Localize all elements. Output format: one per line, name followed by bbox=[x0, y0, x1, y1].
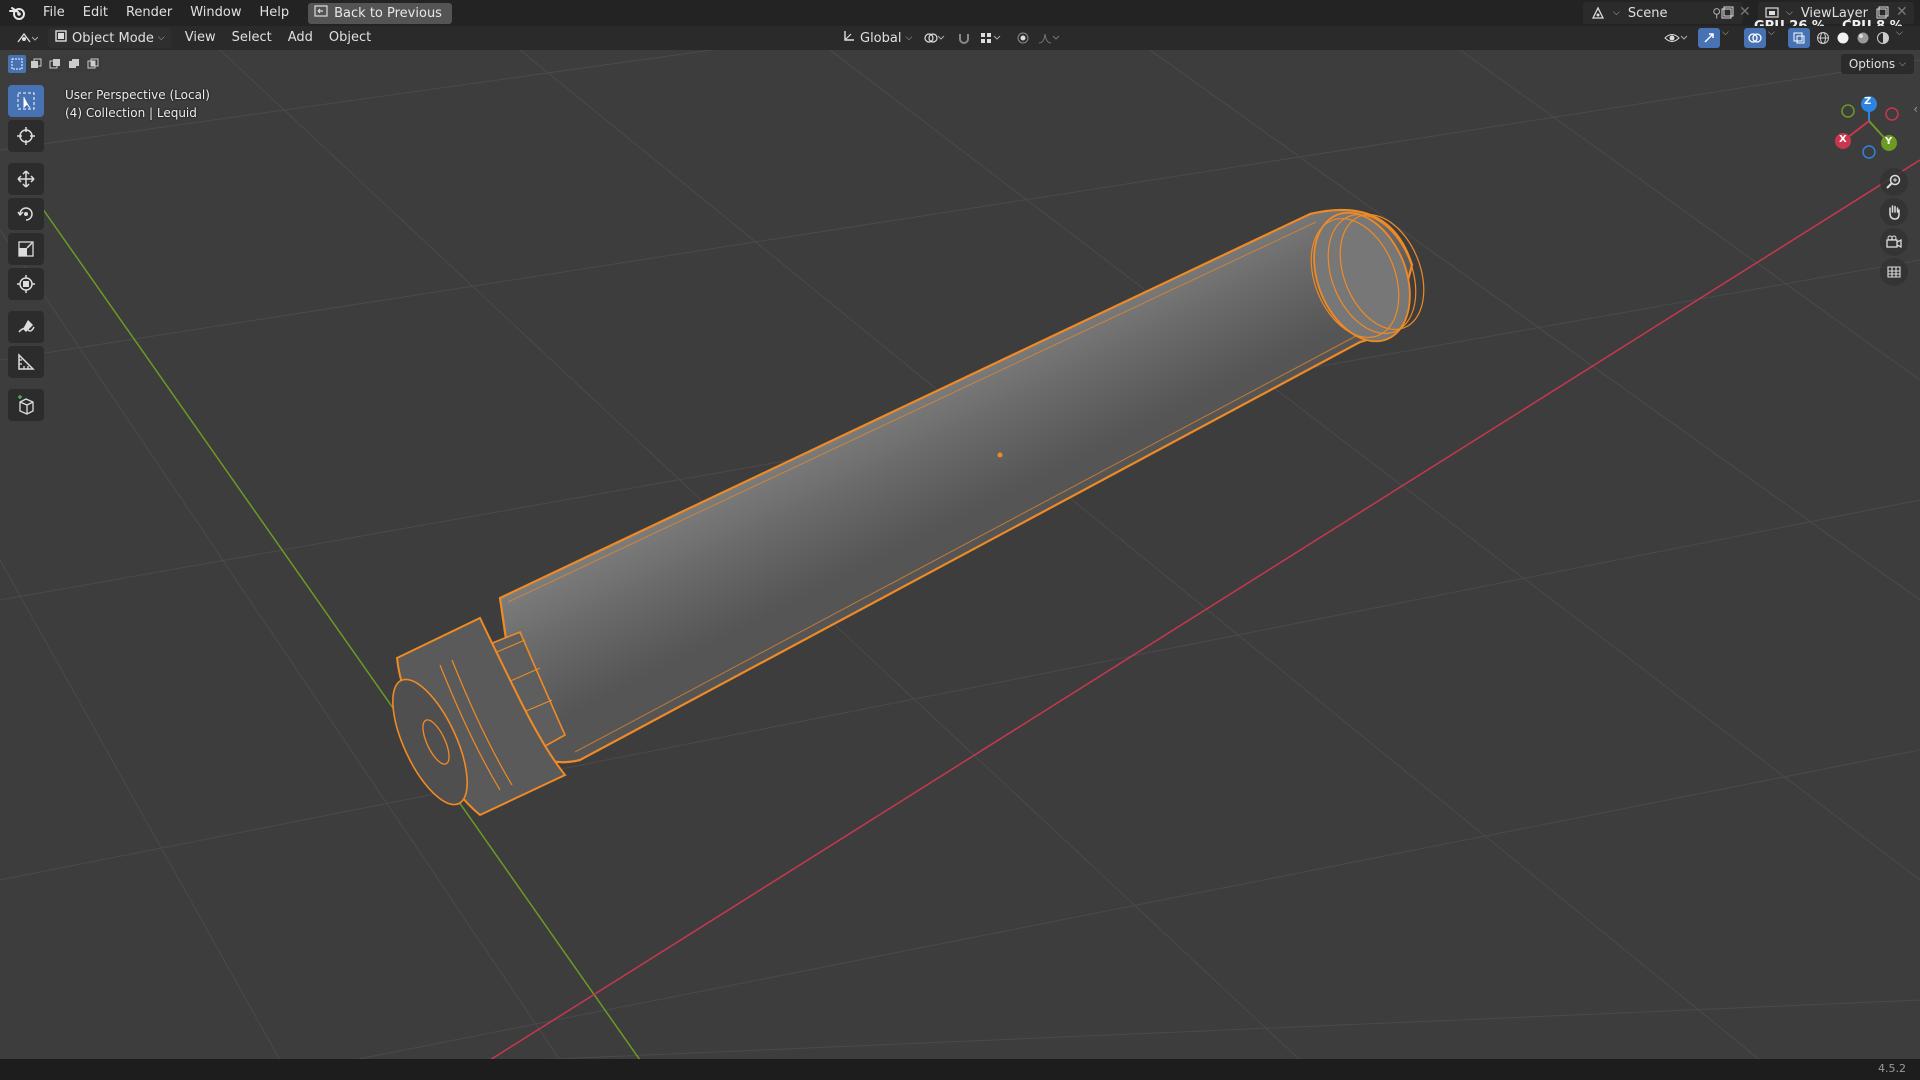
orientation-icon bbox=[842, 29, 856, 47]
blender-logo-icon[interactable] bbox=[0, 0, 34, 26]
select-new-icon[interactable] bbox=[8, 55, 26, 73]
3d-viewport[interactable] bbox=[0, 50, 1920, 1059]
move-tool-icon[interactable] bbox=[8, 163, 44, 195]
selection-mode-group bbox=[8, 55, 102, 73]
select-extend-icon[interactable] bbox=[27, 55, 45, 73]
header-menu-add[interactable]: Add bbox=[280, 26, 321, 50]
mode-label: Object Mode bbox=[72, 30, 154, 46]
overlays-toggle-icon[interactable] bbox=[1744, 28, 1766, 48]
select-intersect-icon[interactable] bbox=[84, 55, 102, 73]
selected-object-lequid bbox=[392, 208, 1425, 817]
orthographic-toggle-grid-icon[interactable] bbox=[1880, 258, 1908, 286]
delete-view-layer-icon[interactable]: ✕ bbox=[1896, 4, 1908, 20]
mode-selector[interactable]: Object Mode ⌵ bbox=[48, 28, 171, 48]
rotate-tool-icon[interactable] bbox=[8, 198, 44, 230]
scale-tool-icon[interactable] bbox=[8, 233, 44, 265]
xray-toggle-icon[interactable] bbox=[1788, 28, 1810, 48]
chevron-down-icon[interactable]: ⌵ bbox=[1768, 28, 1775, 38]
gizmo-y-label[interactable]: Y bbox=[1885, 136, 1892, 147]
chevron-down-icon: ⌵ bbox=[905, 33, 913, 43]
snap-toggle-icon[interactable] bbox=[953, 28, 975, 48]
transform-orientation-selector[interactable]: Global ⌵ bbox=[836, 28, 918, 48]
back-to-previous-label: Back to Previous bbox=[334, 5, 442, 21]
add-cube-tool-icon[interactable] bbox=[8, 389, 44, 421]
select-invert-icon[interactable] bbox=[65, 55, 83, 73]
visibility-icon[interactable] bbox=[1660, 28, 1692, 48]
orientation-label: Global bbox=[860, 30, 902, 46]
chevron-down-icon: ⌵ bbox=[1613, 8, 1620, 18]
view-layer-icon bbox=[1758, 6, 1786, 20]
measure-tool-icon[interactable] bbox=[8, 346, 44, 378]
editor-type-icon[interactable] bbox=[12, 28, 42, 48]
back-to-previous-button[interactable]: Back to Previous bbox=[308, 2, 452, 24]
menu-window[interactable]: Window bbox=[181, 0, 250, 26]
status-bar: 4.5.2 bbox=[0, 1059, 1920, 1080]
menu-file[interactable]: File bbox=[34, 0, 74, 26]
tool-shelf bbox=[8, 85, 46, 424]
scene-name: Scene bbox=[1627, 5, 1668, 21]
version-label: 4.5.2 bbox=[1878, 1062, 1906, 1075]
falloff-icon[interactable] bbox=[1034, 28, 1064, 48]
select-box-tool-icon[interactable] bbox=[8, 85, 44, 117]
chevron-down-icon[interactable]: ⌵ bbox=[1722, 28, 1729, 38]
transform-tool-icon[interactable] bbox=[8, 268, 44, 300]
chevron-down-icon: ⌵ bbox=[1899, 59, 1906, 69]
snap-target-icon[interactable] bbox=[975, 28, 1005, 48]
viewport-info: User Perspective (Local) (4) Collection … bbox=[65, 86, 210, 122]
annotate-tool-icon[interactable] bbox=[8, 311, 44, 343]
header-menu-select[interactable]: Select bbox=[224, 26, 280, 50]
delete-scene-icon[interactable]: ✕ bbox=[1739, 4, 1751, 20]
object-mode-icon bbox=[54, 29, 68, 47]
solid-shading-icon[interactable] bbox=[1832, 28, 1854, 48]
viewport-canvas[interactable] bbox=[0, 50, 1920, 1059]
gizmo-z-label[interactable]: Z bbox=[1864, 96, 1871, 107]
pivot-point-icon[interactable] bbox=[920, 28, 948, 48]
options-dropdown[interactable]: Options ⌵ bbox=[1840, 54, 1914, 74]
pan-view-hand-icon[interactable] bbox=[1880, 198, 1908, 226]
viewport-header: Object Mode ⌵ View Select Add Object Glo… bbox=[0, 26, 1920, 50]
gizmo-x-label[interactable]: X bbox=[1839, 134, 1847, 145]
chevron-down-icon[interactable]: ⌵ bbox=[1896, 28, 1903, 38]
header-menu-object[interactable]: Object bbox=[321, 26, 379, 50]
menu-render[interactable]: Render bbox=[117, 0, 181, 26]
object-origin bbox=[997, 452, 1003, 458]
zoom-view-icon[interactable] bbox=[1880, 168, 1908, 196]
active-collection-label: (4) Collection | Lequid bbox=[65, 106, 197, 120]
scene-icon bbox=[1583, 6, 1613, 20]
gizmo-toggle-icon[interactable] bbox=[1698, 28, 1720, 48]
menu-help[interactable]: Help bbox=[251, 0, 299, 26]
sidebar-toggle-icon[interactable]: ‹ bbox=[1913, 102, 1918, 116]
rendered-shading-icon[interactable] bbox=[1872, 28, 1894, 48]
top-menu-bar: File Edit Render Window Help Back to Pre… bbox=[0, 0, 1920, 33]
chevron-down-icon: ⌵ bbox=[1786, 8, 1793, 18]
header-menu-view[interactable]: View bbox=[177, 26, 224, 50]
cursor-tool-icon[interactable] bbox=[8, 120, 44, 152]
new-scene-icon[interactable] bbox=[1716, 3, 1738, 23]
select-subtract-icon[interactable] bbox=[46, 55, 64, 73]
proportional-editing-icon[interactable] bbox=[1012, 28, 1034, 48]
menu-edit[interactable]: Edit bbox=[74, 0, 117, 26]
wireframe-shading-icon[interactable] bbox=[1812, 28, 1834, 48]
chevron-down-icon: ⌵ bbox=[157, 33, 165, 43]
back-icon bbox=[314, 5, 328, 21]
view-perspective-label: User Perspective (Local) bbox=[65, 88, 210, 102]
material-shading-icon[interactable] bbox=[1852, 28, 1874, 48]
camera-view-icon[interactable] bbox=[1880, 228, 1908, 256]
options-label: Options bbox=[1848, 57, 1896, 71]
